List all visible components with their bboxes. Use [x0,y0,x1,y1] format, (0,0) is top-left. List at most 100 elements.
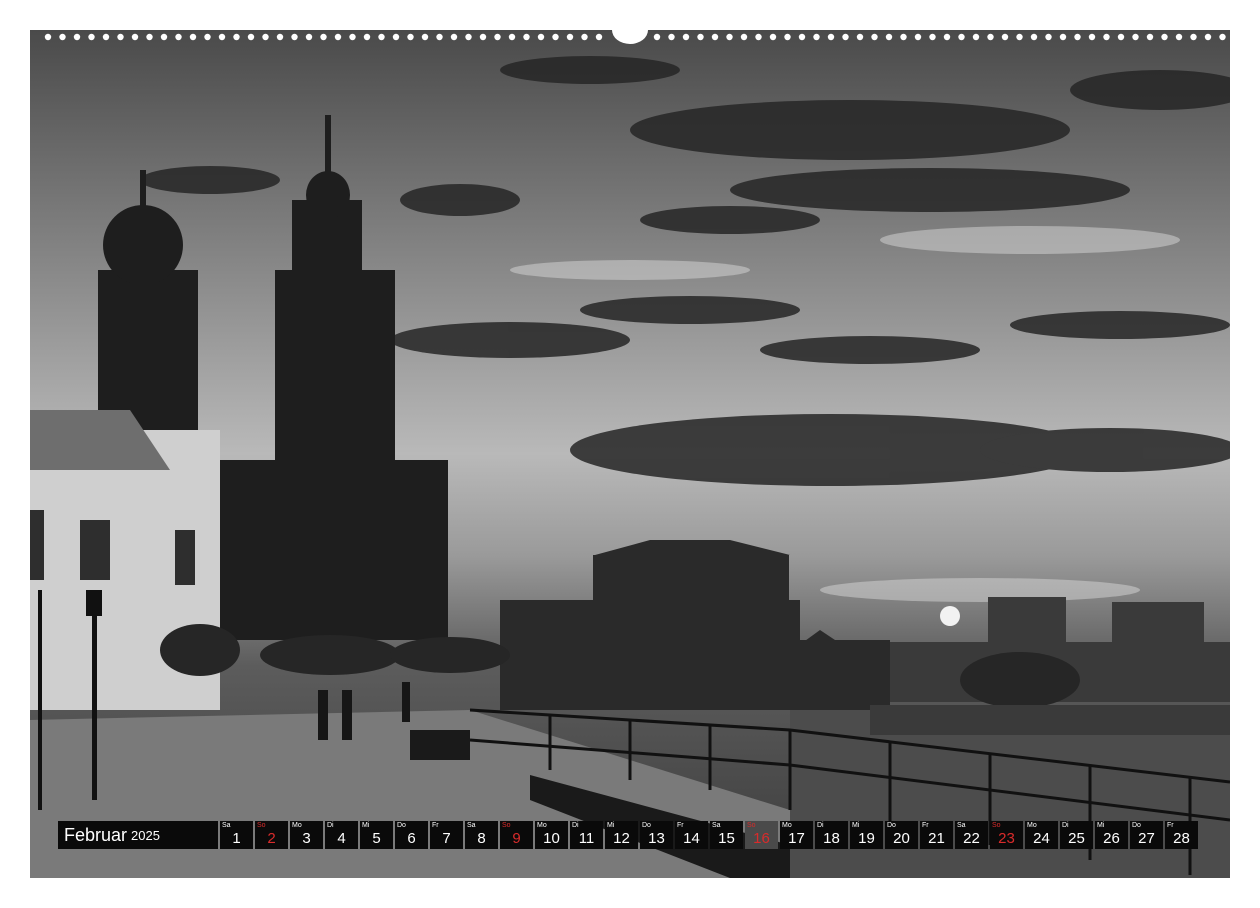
binding-hole [291,33,298,41]
calendar-day-cell: Fr 14 [675,821,708,849]
day-number: 6 [407,830,416,847]
binding-hole [871,33,878,41]
binding-hole [1204,33,1212,41]
calendar-day-cell: Mi 26 [1095,821,1128,849]
weekday-label: Sa [222,822,231,829]
weekday-label: Mo [782,822,792,829]
sun [940,606,960,626]
binding-hole [1059,33,1067,41]
calendar-day-cell: Do 27 [1130,821,1163,849]
calendar-day-cell: Do 13 [640,821,673,849]
bridge [870,705,1230,735]
binding-hole [247,33,255,41]
day-number: 10 [543,830,560,847]
binding-hole [740,33,748,41]
binding-hole [131,33,139,41]
binding-hole [1045,33,1052,41]
binding-hole [972,33,980,41]
calendar-day-cell: Di 25 [1060,821,1093,849]
day-number: 20 [893,830,910,847]
binding-hole [958,33,965,41]
day-number: 3 [302,830,311,847]
month-year: 2025 [131,827,160,843]
day-number: 27 [1138,830,1155,847]
binding-hole [1132,33,1139,41]
binding-hole [595,33,603,41]
binding-hole [450,33,458,41]
binding-hole [363,33,371,41]
calendar-day-cell: Mi 19 [850,821,883,849]
binding-hole [552,33,559,41]
binding-hole [276,33,284,41]
binding-hole [407,33,414,41]
binding-hole [769,33,777,41]
binding-hole [914,33,922,41]
binding-hole [436,33,443,41]
day-number: 12 [613,830,630,847]
day-cells: Sa 1 So 2 Mo 3 Di 4 Mi 5 Do 6 Fr 7 Sa 8 So 9 Mo 10 Di 11 Mi 12 D… [220,821,1200,849]
binding-hole [668,33,675,41]
weekday-label: Mo [292,822,302,829]
calendar-day-cell: Fr 21 [920,821,953,849]
day-number: 13 [648,830,665,847]
binding-hole [711,33,719,41]
weekday-label: Mi [607,822,615,829]
calendar-day-cell: So 16 [745,821,778,849]
light-clouds [510,226,1180,602]
binding-hole [1161,33,1168,41]
day-number: 21 [928,830,945,847]
binding-hole [494,33,501,41]
weekday-label: Mi [1097,822,1105,829]
weekday-label: Fr [1167,822,1174,829]
weekday-label: So [502,822,511,829]
day-number: 9 [512,830,521,847]
calendar-day-cell: Do 6 [395,821,428,849]
binding-hole [755,33,762,41]
day-number: 17 [788,830,805,847]
binding-hole [1074,33,1081,41]
day-number: 18 [823,830,840,847]
binding-hole [1175,33,1183,41]
day-number: 8 [477,830,486,847]
weekday-label: Di [572,822,579,829]
binding-hole [581,33,588,41]
calendar-day-cell: Mo 24 [1025,821,1058,849]
calendar-day-cell: Mi 12 [605,821,638,849]
binding-hole [378,33,385,41]
day-number: 1 [232,830,241,847]
day-number: 2 [267,830,276,847]
binding-hole [334,33,342,41]
binding-hole [1190,33,1197,41]
calendar-day-cell: Sa 1 [220,821,253,849]
weekday-label: Fr [677,822,684,829]
binding-hole [88,33,95,41]
binding-hole [1016,33,1023,41]
weekday-label: Sa [957,822,966,829]
weekday-label: Do [887,822,896,829]
calendar-strip: Februar 2025 Sa 1 So 2 Mo 3 Di 4 Mi 5 Do 6 Fr 7 Sa 8 So 9… [58,821,1200,849]
binding-hole [1103,33,1110,41]
binding-hole [885,33,893,41]
weekday-label: Di [1062,822,1069,829]
binding-hole [1030,33,1038,41]
binding-hole [204,33,211,41]
calendar-day-cell: Mo 10 [535,821,568,849]
day-number: 7 [442,830,451,847]
binding-hole [479,33,487,41]
calendar-day-cell: So 9 [500,821,533,849]
calendar-day-cell: Mo 3 [290,821,323,849]
binding-hole [1146,33,1154,41]
calendar-day-cell: Do 20 [885,821,918,849]
binding-hole [827,33,835,41]
day-number: 16 [753,830,770,847]
binding-hole [508,33,516,41]
calendar-day-cell: Fr 28 [1165,821,1198,849]
binding-hole [59,33,66,41]
cityscape-photo [30,30,1230,878]
binding-hole [421,33,429,41]
binding-hole [175,33,182,41]
binding-hole [305,33,313,41]
binding-hole [929,33,936,41]
binding-hole [1088,33,1096,41]
calendar-day-cell: Di 4 [325,821,358,849]
